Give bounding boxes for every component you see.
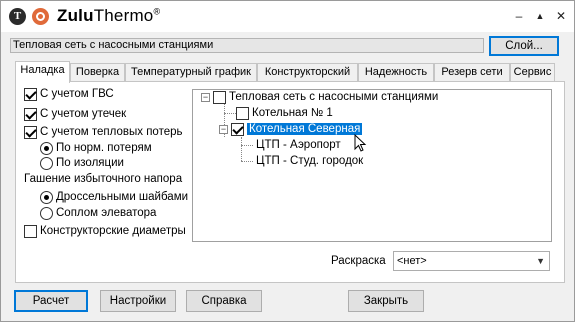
tree-node-root[interactable]: − Тепловая сеть с насосными станциями bbox=[201, 91, 438, 104]
checkbox-box bbox=[24, 126, 37, 139]
registered-mark: ® bbox=[153, 6, 161, 17]
checkbox-box bbox=[24, 88, 37, 101]
collapse-icon[interactable]: − bbox=[201, 93, 210, 102]
calc-button[interactable]: Расчет bbox=[14, 290, 88, 312]
tree-boiler1-label: Котельная № 1 bbox=[252, 107, 333, 119]
coloring-select[interactable]: <нет> ▼ bbox=[393, 251, 550, 271]
throttle-radio[interactable]: Дроссельными шайбами bbox=[40, 191, 188, 204]
tree-connector bbox=[241, 161, 253, 162]
tree-connector bbox=[224, 113, 236, 114]
radio-dot bbox=[40, 191, 53, 204]
norm-losses-label: По норм. потерям bbox=[56, 142, 152, 154]
layer-button[interactable]: Слой... bbox=[489, 36, 559, 56]
leaks-label: С учетом утечек bbox=[40, 108, 127, 120]
head-group-label: Гашение избыточного напора bbox=[24, 173, 183, 185]
tab-reserve[interactable]: Резерв сети bbox=[434, 63, 510, 82]
radio-dot bbox=[40, 207, 53, 220]
radio-dot bbox=[40, 157, 53, 170]
tree-checkbox[interactable] bbox=[236, 107, 249, 120]
tree-ctp1-label: ЦТП - Аэропорт bbox=[256, 139, 341, 151]
app-title-rest: Thermo bbox=[93, 6, 154, 25]
design-diam-label: Конструкторские диаметры bbox=[40, 225, 186, 237]
tab-naladka[interactable]: Наладка bbox=[15, 61, 70, 83]
tab-reliability[interactable]: Надежность bbox=[358, 63, 434, 82]
insulation-label: По изоляции bbox=[56, 157, 124, 169]
collapse-icon[interactable]: − bbox=[219, 125, 228, 134]
norm-losses-radio[interactable]: По норм. потерям bbox=[40, 142, 152, 155]
tree-checkbox[interactable] bbox=[213, 91, 226, 104]
coloring-value: <нет> bbox=[397, 255, 427, 267]
app-title-bold: Zulu bbox=[57, 6, 94, 25]
throttle-label: Дроссельными шайбами bbox=[56, 191, 189, 203]
tree-checkbox[interactable] bbox=[231, 123, 244, 136]
logo-circle-icon bbox=[32, 8, 49, 25]
network-tree[interactable]: − Тепловая сеть с насосными станциями Кот… bbox=[192, 89, 552, 242]
tree-node-ctp2[interactable]: ЦТП - Студ. городок bbox=[256, 155, 363, 168]
gvs-checkbox[interactable]: С учетом ГВС bbox=[24, 88, 114, 101]
close-button[interactable]: Закрыть bbox=[348, 290, 424, 312]
title-bar: T ZuluThermo® – ▲ ✕ bbox=[1, 1, 574, 32]
app-title: ZuluThermo® bbox=[57, 6, 160, 26]
tree-boiler-north-label: Котельная Северная bbox=[247, 123, 363, 135]
tab-construct[interactable]: Конструкторский bbox=[257, 63, 358, 82]
tab-poverka[interactable]: Поверка bbox=[70, 63, 125, 82]
tree-node-boiler-north[interactable]: − Котельная Северная bbox=[219, 123, 363, 136]
checkbox-box bbox=[24, 225, 37, 238]
logo-t-icon: T bbox=[9, 8, 26, 25]
design-diam-checkbox[interactable]: Конструкторские диаметры bbox=[24, 225, 186, 238]
tree-node-boiler1[interactable]: Котельная № 1 bbox=[236, 107, 333, 120]
leaks-checkbox[interactable]: С учетом утечек bbox=[24, 108, 126, 121]
coloring-label: Раскраска bbox=[331, 255, 386, 267]
radio-dot bbox=[40, 142, 53, 155]
tree-root-label: Тепловая сеть с насосными станциями bbox=[229, 91, 439, 103]
main-window: T ZuluThermo® – ▲ ✕ Тепловая сеть с насо… bbox=[0, 0, 575, 322]
checkbox-box bbox=[24, 108, 37, 121]
tab-service[interactable]: Сервис bbox=[510, 63, 555, 82]
mouse-pointer-icon bbox=[354, 134, 367, 152]
help-button[interactable]: Справка bbox=[186, 290, 262, 312]
maximize-button[interactable]: ▲ bbox=[531, 7, 549, 25]
heat-loss-label: С учетом тепловых потерь bbox=[40, 126, 183, 138]
insulation-radio[interactable]: По изоляции bbox=[40, 157, 124, 170]
gvs-label: С учетом ГВС bbox=[40, 88, 114, 100]
tree-connector bbox=[241, 145, 253, 146]
tab-temp-graph[interactable]: Температурный график bbox=[125, 63, 257, 82]
settings-button[interactable]: Настройки bbox=[100, 290, 176, 312]
nozzle-radio[interactable]: Соплом элеватора bbox=[40, 207, 156, 220]
tree-node-ctp1[interactable]: ЦТП - Аэропорт bbox=[256, 139, 341, 152]
nozzle-label: Соплом элеватора bbox=[56, 207, 157, 219]
minimize-button[interactable]: – bbox=[510, 7, 528, 25]
chevron-down-icon: ▼ bbox=[536, 256, 545, 266]
close-window-button[interactable]: ✕ bbox=[552, 7, 570, 25]
tree-ctp2-label: ЦТП - Студ. городок bbox=[256, 155, 364, 167]
tree-connector bbox=[241, 137, 242, 161]
heat-loss-checkbox[interactable]: С учетом тепловых потерь bbox=[24, 126, 183, 139]
network-path-field[interactable]: Тепловая сеть с насосными станциями bbox=[10, 38, 484, 53]
